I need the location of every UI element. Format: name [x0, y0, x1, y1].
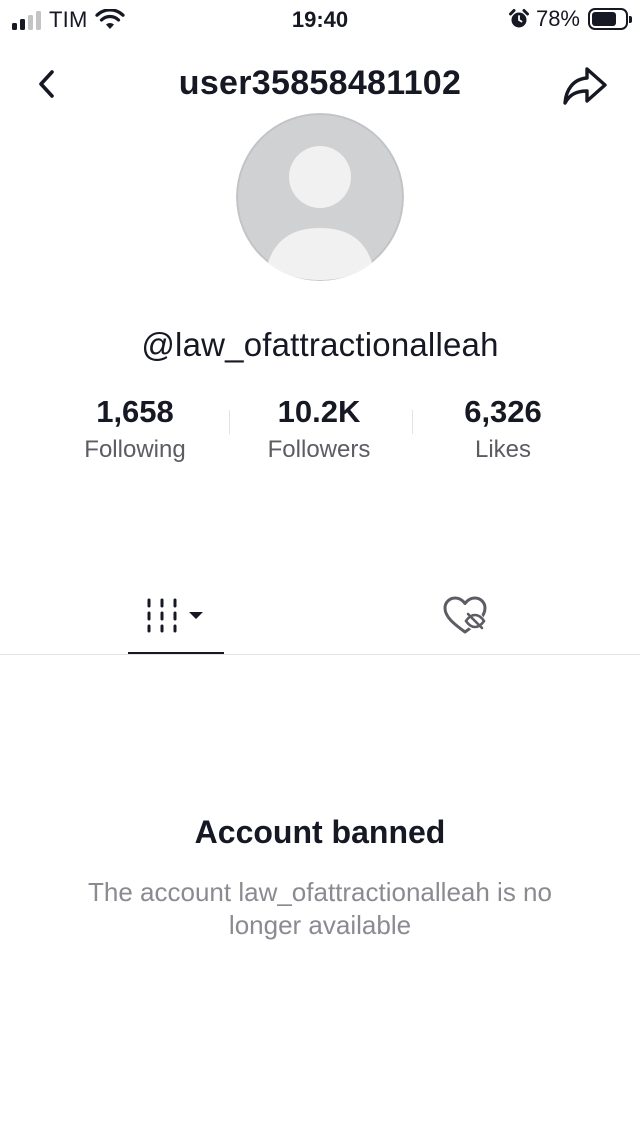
tabs-divider	[0, 654, 640, 655]
stat-label: Followers	[267, 436, 371, 463]
share-button[interactable]	[560, 60, 610, 110]
share-arrow-icon	[563, 67, 607, 105]
status-right: 78%	[508, 6, 632, 32]
avatar	[236, 113, 404, 281]
stat-value: 1,658	[96, 394, 174, 429]
default-avatar-icon	[236, 113, 404, 281]
caret-down-icon	[189, 612, 203, 619]
profile-stats: 1,658 Following 10.2K Followers 6,326 Li…	[0, 392, 640, 472]
videos-grid-icon	[147, 598, 203, 633]
nav-bar: user35858481102	[0, 54, 640, 114]
stat-label: Likes	[474, 436, 532, 463]
banned-title: Account banned	[194, 814, 446, 850]
stat-value: 10.2K	[277, 394, 361, 429]
banned-description: The account law_ofattractionalleah is no…	[88, 877, 552, 940]
page-title: user35858481102	[178, 64, 462, 102]
profile-tabs	[0, 578, 640, 655]
tab-videos[interactable]	[128, 578, 224, 655]
battery-icon	[588, 8, 632, 30]
status-bar: TIM 19:40 78%	[0, 0, 640, 40]
stat-likes[interactable]: 6,326 Likes	[413, 392, 593, 468]
alarm-icon	[508, 9, 529, 28]
tab-liked[interactable]	[425, 578, 505, 655]
stat-followers[interactable]: 10.2K Followers	[229, 392, 409, 468]
profile-handle: @law_ofattractionalleah	[141, 326, 499, 363]
profile-screen: TIM 19:40 78% user35858481102 @law_ofatt…	[0, 0, 640, 1136]
stat-value: 6,326	[464, 394, 542, 429]
battery-percent: 78%	[535, 6, 580, 31]
stat-following[interactable]: 1,658 Following	[45, 392, 225, 468]
battery-level	[592, 12, 617, 26]
liked-hidden-icon	[443, 596, 487, 634]
stat-label: Following	[84, 436, 186, 463]
